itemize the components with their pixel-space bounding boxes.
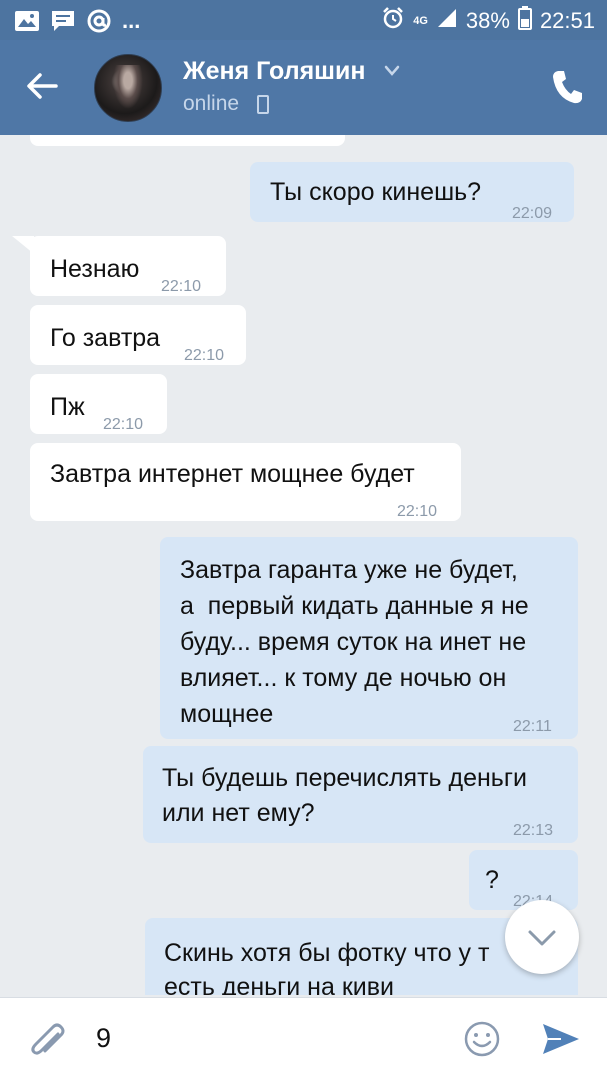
message-bubble-cut <box>30 135 345 146</box>
message-bubble-in[interactable]: Го завтра 22:10 <box>30 305 246 365</box>
message-text: есть деньги на киви <box>164 973 394 995</box>
message-time: 22:15 <box>511 985 551 995</box>
message-time: 22:10 <box>103 416 144 433</box>
back-button[interactable] <box>22 66 62 106</box>
message-text: Завтра интернет мощнее будет <box>50 460 415 488</box>
presence-status: online <box>183 92 240 115</box>
message-text: Незнаю <box>50 255 140 283</box>
message-time: 22:10 <box>397 503 438 520</box>
message-text: мощнее <box>180 700 274 728</box>
message-list[interactable]: Ты скоро кинешь? 22:09 Незнаю 22:10 Го з… <box>0 135 607 995</box>
attach-button[interactable] <box>28 1020 68 1062</box>
message-bubble-out[interactable]: Завтра гаранта уже не будет, а первый ки… <box>160 537 578 739</box>
message-bubble-in[interactable]: Завтра интернет мощнее будет 22:10 <box>30 443 461 521</box>
avatar[interactable] <box>94 54 162 122</box>
message-text: ? <box>485 866 499 894</box>
message-bubble-out[interactable]: Ты будешь перечислять деньги или нет ему… <box>143 746 578 843</box>
send-icon <box>543 1024 579 1054</box>
message-time: 22:10 <box>184 347 225 364</box>
message-input[interactable] <box>96 1016 436 1060</box>
message-text: Ты скоро кинешь? <box>270 178 482 206</box>
message-bubble-out[interactable]: Ты скоро кинешь? 22:09 <box>250 162 574 222</box>
message-icon <box>50 9 76 38</box>
emoji-button[interactable] <box>463 1020 501 1058</box>
chevron-down-icon <box>528 930 556 946</box>
message-bubble-in[interactable]: Пж 22:10 <box>30 374 167 434</box>
at-icon <box>86 8 112 39</box>
gallery-icon <box>14 10 40 37</box>
status-bar: ... 4G 38% 22:51 <box>0 0 607 40</box>
battery-icon <box>517 6 532 36</box>
battery-percent: 38% <box>465 8 510 33</box>
network-type: 4G <box>413 14 428 27</box>
chevron-down-icon[interactable] <box>383 64 401 78</box>
mobile-device-icon <box>257 95 269 114</box>
message-time: 22:10 <box>161 278 202 295</box>
call-button[interactable] <box>550 68 584 106</box>
message-composer <box>0 997 607 1080</box>
arrow-left-icon <box>27 73 58 99</box>
smiley-icon <box>464 1021 500 1057</box>
message-text: Скинь хотя бы фотку что у т <box>164 939 490 967</box>
clock: 22:51 <box>539 8 595 33</box>
scroll-to-bottom-button[interactable] <box>505 900 579 974</box>
paperclip-icon <box>31 1023 65 1055</box>
send-button[interactable] <box>541 1022 581 1056</box>
message-text: влияет... к тому де ночью он <box>180 664 507 692</box>
message-bubble-in[interactable]: Незнаю 22:10 <box>30 236 226 296</box>
message-text: или нет ему? <box>162 799 315 827</box>
more-notifications: ... <box>122 7 141 33</box>
message-time: 22:09 <box>512 205 553 222</box>
phone-icon <box>553 71 582 104</box>
message-text: а первый кидать данные я не <box>180 592 529 620</box>
message-text: Пж <box>50 393 85 421</box>
message-time: 22:13 <box>513 822 554 839</box>
contact-name[interactable]: Женя Голяшин <box>183 57 365 86</box>
message-text: Го завтра <box>50 324 161 352</box>
message-text: Завтра гаранта уже не будет, <box>180 556 518 584</box>
signal-icon <box>436 7 458 35</box>
chat-header: Женя Голяшин online <box>0 40 607 135</box>
message-text: Ты будешь перечислять деньги <box>162 764 527 792</box>
message-time: 22:11 <box>513 718 552 735</box>
alarm-icon <box>381 6 405 36</box>
message-text: буду... время суток на инет не <box>180 628 527 656</box>
